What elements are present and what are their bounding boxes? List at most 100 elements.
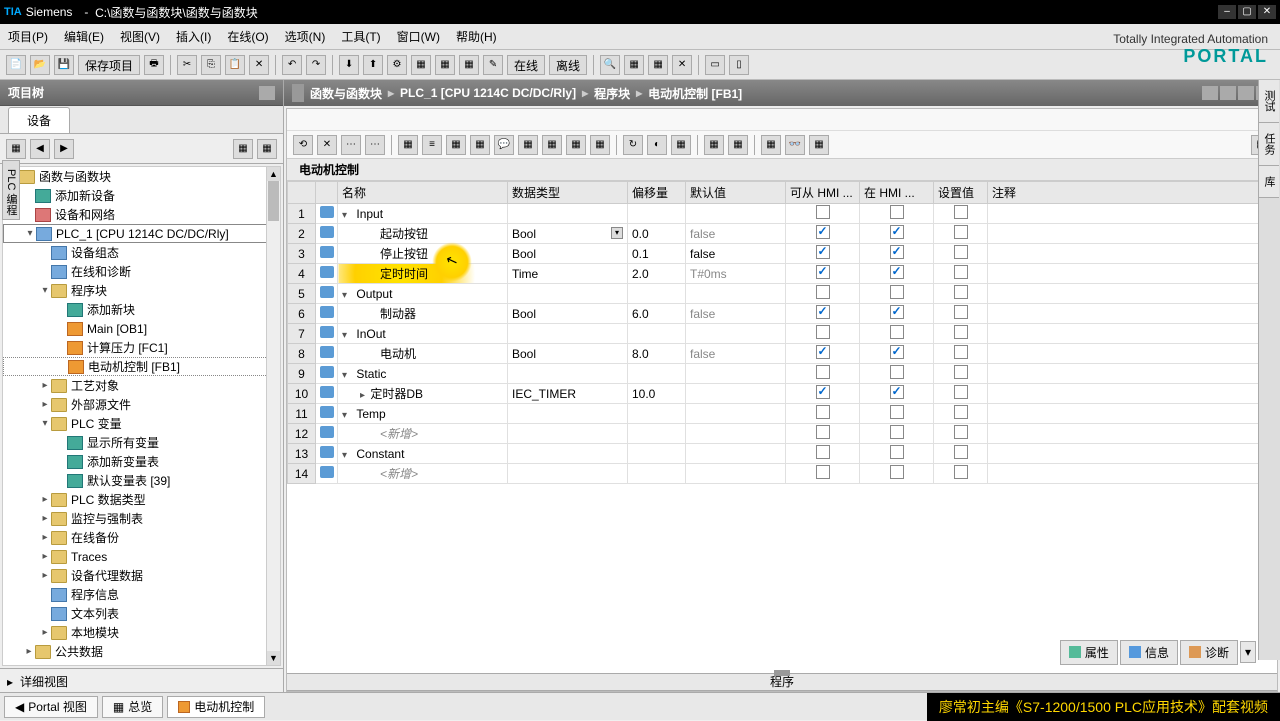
cell-name[interactable]: 停止按钮 [338, 244, 508, 264]
cell-setpoint[interactable] [934, 364, 988, 384]
right-tab-test[interactable]: 测试 [1259, 80, 1279, 123]
cell-type[interactable] [508, 364, 628, 384]
tree-btn-1[interactable]: ▦ [6, 139, 26, 159]
checkbox[interactable] [890, 365, 904, 379]
caret-icon[interactable]: ▾ [342, 210, 347, 221]
checkbox[interactable] [890, 465, 904, 479]
go-offline-button[interactable]: 离线 [549, 55, 587, 75]
checkbox[interactable] [890, 345, 904, 359]
bc-project[interactable]: 函数与函数块 [310, 85, 382, 102]
cell-default[interactable]: false [686, 224, 786, 244]
tree-item[interactable]: 添加新块 [3, 300, 280, 319]
menu-tools[interactable]: 工具(T) [333, 24, 388, 49]
cell-comment[interactable] [988, 464, 1277, 484]
cell-name[interactable]: <新增> [338, 464, 508, 484]
grid-row[interactable]: 14<新增> [288, 464, 1277, 484]
cell-hmi-write[interactable] [860, 344, 934, 364]
program-section-divider[interactable]: 程序 [287, 673, 1277, 691]
et-btn-19[interactable]: ▦ [761, 135, 781, 155]
cell-hmi-write[interactable] [860, 204, 934, 224]
cell-hmi-read[interactable] [786, 364, 860, 384]
grid-header[interactable]: 可从 HMI ... [786, 182, 860, 204]
grid-header[interactable]: 默认值 [686, 182, 786, 204]
tree-expander-icon[interactable]: ▸ [39, 494, 51, 505]
tb-btn-4[interactable]: ✎ [483, 55, 503, 75]
open-project-button[interactable]: 📂 [30, 55, 50, 75]
cell-comment[interactable] [988, 364, 1277, 384]
tree-item[interactable]: ▾PLC_1 [CPU 1214C DC/DC/Rly] [3, 224, 280, 243]
cell-hmi-read[interactable] [786, 324, 860, 344]
copy-button[interactable]: ⎘ [201, 55, 221, 75]
minimize-button[interactable]: – [1218, 5, 1236, 19]
tab-info[interactable]: 信息 [1120, 640, 1178, 665]
checkbox[interactable] [816, 405, 830, 419]
grid-row[interactable]: 6 ■制动器Bool6.0false [288, 304, 1277, 324]
cell-name[interactable]: 制动器 [338, 304, 508, 324]
cell-comment[interactable] [988, 324, 1277, 344]
checkbox[interactable] [890, 245, 904, 259]
tree-nav-fwd[interactable]: ▶ [54, 139, 74, 159]
et-btn-6[interactable]: ≡ [422, 135, 442, 155]
tree-expander-icon[interactable]: ▸ [39, 570, 51, 581]
checkbox[interactable] [954, 265, 968, 279]
cell-type[interactable]: Bool [508, 304, 628, 324]
checkbox[interactable] [954, 405, 968, 419]
checkbox[interactable] [954, 325, 968, 339]
cell-setpoint[interactable] [934, 264, 988, 284]
cell-name[interactable]: ▾ Output [338, 284, 508, 304]
tree-expander-icon[interactable]: ▸ [39, 627, 51, 638]
menu-edit[interactable]: 编辑(E) [56, 24, 112, 49]
checkbox[interactable] [890, 285, 904, 299]
checkbox[interactable] [954, 285, 968, 299]
cell-hmi-write[interactable] [860, 424, 934, 444]
cell-default[interactable]: T#0ms [686, 264, 786, 284]
checkbox[interactable] [954, 445, 968, 459]
cell-type[interactable] [508, 404, 628, 424]
tab-collapse[interactable]: ▾ [1240, 641, 1256, 663]
tree-item[interactable]: 默认变量表 [39] [3, 471, 280, 490]
caret-icon[interactable]: ▾ [342, 370, 347, 381]
grid-row[interactable]: 12<新增> [288, 424, 1277, 444]
editor-min-icon[interactable] [1202, 86, 1218, 100]
cell-default[interactable] [686, 204, 786, 224]
bc-current[interactable]: 电动机控制 [FB1] [648, 85, 742, 102]
cell-type[interactable] [508, 424, 628, 444]
cell-hmi-write[interactable] [860, 264, 934, 284]
bc-blocks[interactable]: 程序块 [594, 85, 630, 102]
cell-setpoint[interactable] [934, 224, 988, 244]
cell-name[interactable]: 电动机 [338, 344, 508, 364]
split-v-button[interactable]: ▯ [729, 55, 749, 75]
cell-hmi-write[interactable] [860, 244, 934, 264]
grid-header[interactable] [316, 182, 338, 204]
cell-comment[interactable] [988, 424, 1277, 444]
grid-row[interactable]: 9▾ Static [288, 364, 1277, 384]
tab-devices[interactable]: 设备 [8, 107, 70, 133]
cell-name[interactable]: <新增> [338, 424, 508, 444]
new-project-button[interactable]: 📄 [6, 55, 26, 75]
save-project-button[interactable]: 保存项目 [78, 55, 140, 75]
tree-item[interactable]: ▸监控与强制表 [3, 509, 280, 528]
et-btn-21[interactable]: ▦ [809, 135, 829, 155]
cell-type[interactable]: Bool [508, 344, 628, 364]
save-button[interactable]: 💾 [54, 55, 74, 75]
cell-default[interactable] [686, 424, 786, 444]
checkbox[interactable] [954, 385, 968, 399]
sidebar-collapse-icon[interactable] [259, 86, 275, 100]
grid-row[interactable]: 13▾ Constant [288, 444, 1277, 464]
cell-name[interactable]: ▾ Temp [338, 404, 508, 424]
cell-comment[interactable] [988, 304, 1277, 324]
grid-header[interactable]: 在 HMI ... [860, 182, 934, 204]
cell-name[interactable]: ▸ 定时器DB [338, 384, 508, 404]
tb-btn-5[interactable]: 🔍 [600, 55, 620, 75]
checkbox[interactable] [890, 405, 904, 419]
menu-insert[interactable]: 插入(I) [168, 24, 219, 49]
cell-default[interactable]: false [686, 304, 786, 324]
cell-hmi-read[interactable] [786, 304, 860, 324]
et-btn-9[interactable]: 💬 [494, 135, 514, 155]
checkbox[interactable] [816, 345, 830, 359]
tree-expander-icon[interactable]: ▸ [39, 513, 51, 524]
grid-header[interactable]: 名称 [338, 182, 508, 204]
tree-item[interactable]: 电动机控制 [FB1] [3, 357, 280, 376]
cell-default[interactable] [686, 404, 786, 424]
cell-type[interactable] [508, 204, 628, 224]
